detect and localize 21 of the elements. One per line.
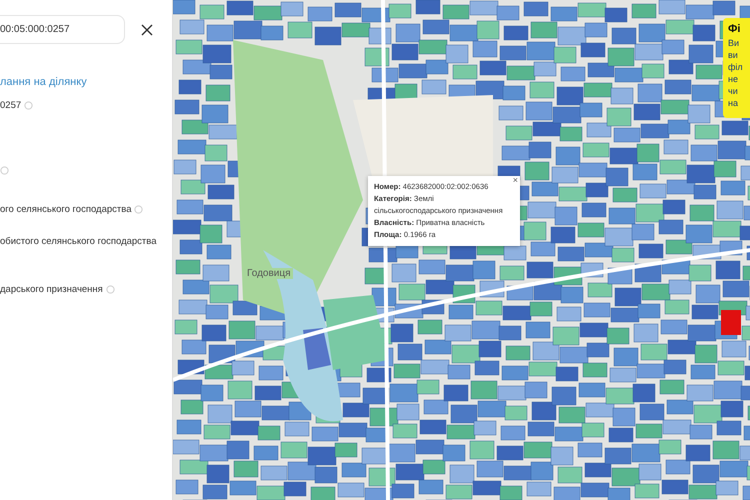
parcel-link[interactable]: лання на ділянку: [0, 76, 87, 88]
notice-text: не: [728, 73, 739, 85]
notice-text: чи: [728, 85, 739, 97]
info-icon[interactable]: [106, 285, 115, 294]
popup-close-button[interactable]: ×: [512, 176, 518, 185]
notice-title: Фі: [728, 22, 742, 37]
notice-text: ви: [728, 49, 739, 61]
info-text: дарського призначення: [0, 284, 103, 295]
info-icon[interactable]: [24, 101, 34, 110]
notice-text: філ: [728, 61, 744, 73]
search-field[interactable]: 00:05:000:0257: [0, 15, 125, 44]
info-text: 0257: [0, 100, 22, 111]
map-drawing[interactable]: [173, 0, 750, 500]
info-icon[interactable]: [134, 205, 144, 214]
place-label: Годовиця: [245, 268, 293, 279]
notice-text: на: [728, 97, 739, 109]
close-icon[interactable]: [141, 24, 153, 36]
info-text: обистого селянського господарства: [0, 236, 157, 247]
info-text: ого селянського господарства: [0, 204, 132, 215]
info-icon[interactable]: [0, 166, 9, 175]
notice-text: Ви: [728, 37, 740, 49]
